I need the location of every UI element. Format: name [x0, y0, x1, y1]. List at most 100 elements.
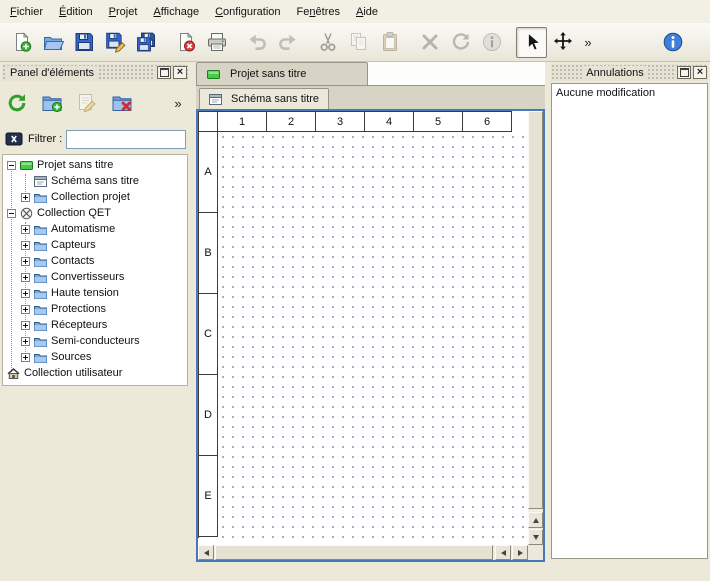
- folder-icon: [34, 335, 47, 348]
- new-document-icon: [11, 31, 33, 53]
- menu-fenetres[interactable]: Fenêtres: [289, 3, 348, 21]
- tree-item-capteurs[interactable]: Capteurs: [3, 237, 187, 253]
- save-all-button[interactable]: [130, 27, 161, 58]
- folder-icon: [34, 271, 47, 284]
- row-label: A: [199, 132, 218, 213]
- redo-button[interactable]: [272, 27, 303, 58]
- scroll-mode-button[interactable]: [547, 27, 578, 58]
- expand-icon[interactable]: [21, 305, 30, 314]
- close-document-button[interactable]: [170, 27, 201, 58]
- row-label: E: [199, 456, 218, 537]
- save-icon: [73, 31, 95, 53]
- new-document-button[interactable]: [6, 27, 37, 58]
- edit-element-button[interactable]: [74, 90, 100, 116]
- tab-schema-sans-titre[interactable]: Schéma sans titre: [199, 88, 329, 109]
- expand-icon[interactable]: [21, 289, 30, 298]
- scroll-left-button-2[interactable]: [495, 545, 511, 560]
- open-document-button[interactable]: [37, 27, 68, 58]
- horizontal-scrollbar[interactable]: [198, 545, 528, 560]
- qet-icon: [20, 207, 33, 220]
- column-header: 123456: [199, 112, 512, 132]
- menu-configuration[interactable]: Configuration: [207, 3, 288, 21]
- tree-item-semi-conducteurs[interactable]: Semi-conducteurs: [3, 333, 187, 349]
- expand-icon[interactable]: [21, 225, 30, 234]
- menu-affichage[interactable]: Affichage: [145, 3, 207, 21]
- delete-button[interactable]: [414, 27, 445, 58]
- save-button[interactable]: [68, 27, 99, 58]
- header-corner: [199, 112, 218, 132]
- collapse-icon[interactable]: [7, 209, 16, 218]
- menu-fichier[interactable]: Fichier: [2, 3, 51, 21]
- paste-button[interactable]: [374, 27, 405, 58]
- diagram-canvas[interactable]: 123456 ABCDE: [198, 111, 528, 545]
- copy-button[interactable]: [343, 27, 374, 58]
- float-panel-button[interactable]: [677, 66, 691, 79]
- print-icon: [206, 31, 228, 53]
- rotate-button[interactable]: [445, 27, 476, 58]
- vertical-scrollbar-thumb[interactable]: [528, 111, 543, 509]
- tree-item-haute-tension[interactable]: Haute tension: [3, 285, 187, 301]
- delete-element-icon: [111, 92, 133, 114]
- redo-icon: [277, 31, 299, 53]
- tree-item-projet-sans-titre[interactable]: Projet sans titre: [3, 157, 187, 173]
- save-as-button[interactable]: [99, 27, 130, 58]
- vertical-scrollbar[interactable]: [528, 111, 543, 545]
- menu-aide[interactable]: Aide: [348, 3, 386, 21]
- row-label: B: [199, 213, 218, 294]
- collapse-icon[interactable]: [7, 161, 16, 170]
- tree-item-protections[interactable]: Protections: [3, 301, 187, 317]
- horizontal-scrollbar-thumb[interactable]: [215, 545, 493, 560]
- close-panel-button[interactable]: ×: [173, 66, 187, 79]
- filter-input[interactable]: [66, 130, 186, 149]
- tree-item-sources[interactable]: Sources: [3, 349, 187, 365]
- about-element-button[interactable]: [476, 27, 507, 58]
- tree-item-automatisme[interactable]: Automatisme: [3, 221, 187, 237]
- help-button[interactable]: [657, 27, 688, 58]
- expand-icon[interactable]: [21, 193, 30, 202]
- tree-item-convertisseurs[interactable]: Convertisseurs: [3, 269, 187, 285]
- tree-item-collection-projet[interactable]: Collection projet: [3, 189, 187, 205]
- delete-element-button[interactable]: [109, 90, 135, 116]
- float-icon: [680, 68, 689, 77]
- expand-icon[interactable]: [21, 321, 30, 330]
- scroll-down-button[interactable]: [528, 529, 543, 545]
- expand-icon[interactable]: [21, 273, 30, 282]
- tab-projet-sans-titre[interactable]: Projet sans titre: [196, 62, 368, 85]
- row-label: C: [199, 294, 218, 375]
- new-element-button[interactable]: [39, 90, 65, 116]
- tree-item-label: Contacts: [51, 255, 94, 267]
- tree-item-recepteurs[interactable]: Récepteurs: [3, 317, 187, 333]
- tree-item-schema-sans-titre[interactable]: Schéma sans titre: [3, 173, 187, 189]
- scroll-mode-icon: [552, 31, 574, 53]
- overflow-button[interactable]: »: [170, 90, 186, 116]
- tree-item-contacts[interactable]: Contacts: [3, 253, 187, 269]
- print-button[interactable]: [201, 27, 232, 58]
- float-panel-button[interactable]: [157, 66, 171, 79]
- overflow-button[interactable]: »: [578, 27, 598, 58]
- open-document-icon: [42, 31, 64, 53]
- undo-button[interactable]: [241, 27, 272, 58]
- cut-button[interactable]: [312, 27, 343, 58]
- scroll-left-button[interactable]: [198, 545, 214, 560]
- expand-icon[interactable]: [21, 353, 30, 362]
- tree-item-collection-qet[interactable]: Collection QET: [3, 205, 187, 221]
- expand-icon[interactable]: [21, 257, 30, 266]
- scroll-right-button[interactable]: [512, 545, 528, 560]
- arrow-left-icon: [201, 550, 209, 556]
- expand-icon[interactable]: [21, 241, 30, 250]
- undo-list[interactable]: Aucune modification: [551, 83, 708, 559]
- tree-item-label: Projet sans titre: [37, 159, 113, 171]
- main-toolbar: »: [0, 23, 710, 62]
- elements-panel-titlebar: Panel d'éléments ×: [2, 64, 188, 81]
- tree-item-collection-utilisateur[interactable]: Collection utilisateur: [3, 365, 187, 381]
- scroll-up-button[interactable]: [528, 512, 543, 528]
- tree-item-label: Haute tension: [51, 287, 119, 299]
- clear-filter-button[interactable]: [4, 131, 24, 148]
- expand-icon[interactable]: [21, 337, 30, 346]
- column-label: 5: [414, 112, 463, 132]
- menu-projet[interactable]: Projet: [101, 3, 146, 21]
- select-mode-button[interactable]: [516, 27, 547, 58]
- close-panel-button[interactable]: ×: [693, 66, 707, 79]
- menu-edition[interactable]: Édition: [51, 3, 101, 21]
- reload-collections-button[interactable]: [4, 90, 30, 116]
